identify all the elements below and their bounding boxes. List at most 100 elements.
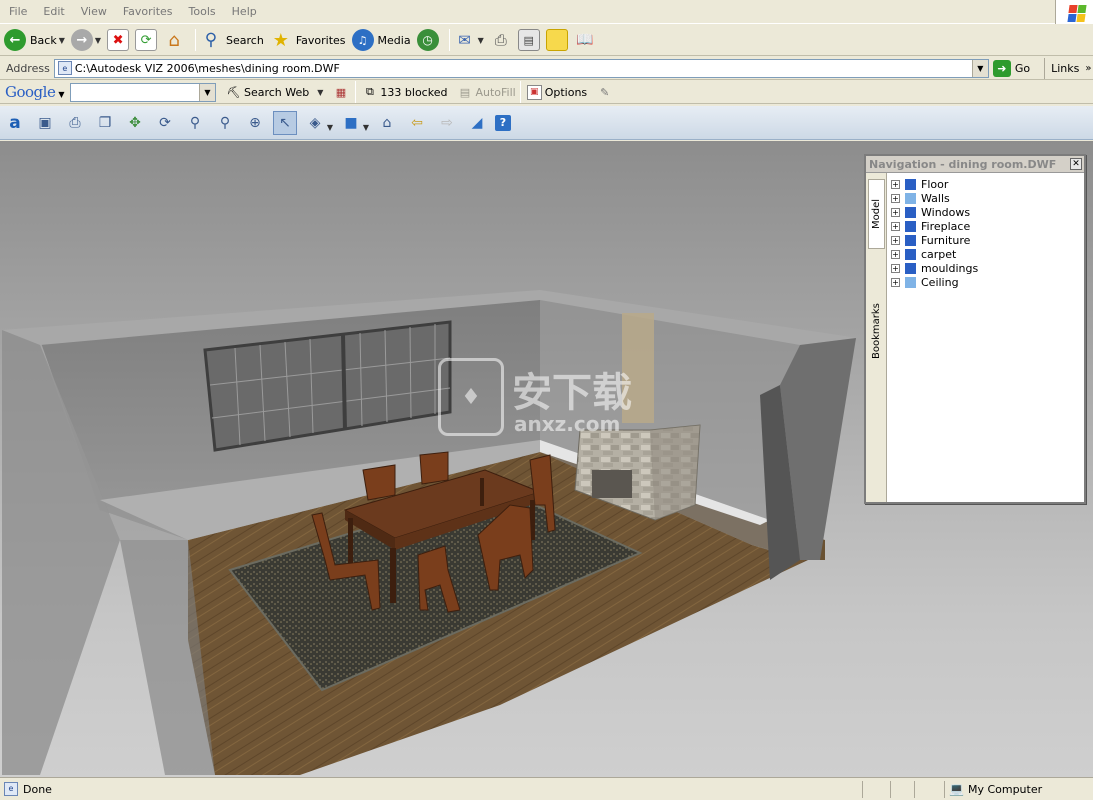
popup-blocker-button[interactable]: ⧉ 133 blocked	[362, 85, 447, 100]
expand-plus-icon[interactable]: +	[891, 263, 900, 273]
navigation-tabs: Model Bookmarks	[866, 173, 887, 502]
security-zone: 💻 My Computer	[944, 780, 1042, 798]
tree-item-furniture[interactable]: + Furniture	[891, 233, 978, 247]
status-bar: e Done 💻 My Computer	[0, 777, 1093, 800]
zoom-rectangle-icon[interactable]: ⚲	[213, 111, 237, 135]
close-icon[interactable]: ✕	[1070, 158, 1082, 170]
back-dropdown-icon[interactable]: ▼	[59, 36, 65, 45]
save-icon[interactable]: ▣	[33, 111, 57, 135]
zoom-icon[interactable]: ⚲	[183, 111, 207, 135]
mail-icon: ✉	[458, 31, 471, 49]
watermark-shield-icon: ♦	[438, 358, 504, 436]
back-arrow-icon: ←	[4, 29, 26, 51]
google-logo[interactable]: Google ▼	[0, 83, 64, 101]
select-pointer-icon[interactable]: ↖	[273, 110, 297, 135]
discuss-button[interactable]	[545, 29, 568, 51]
forward-button[interactable]: → ▼	[70, 29, 101, 51]
print-button[interactable]: ⎙	[490, 29, 512, 51]
home-view-icon[interactable]: ⌂	[375, 111, 399, 135]
stop-button[interactable]: ✖	[107, 29, 130, 51]
links-button[interactable]: Links »	[1044, 57, 1092, 79]
google-search-dropdown[interactable]: ▼	[198, 83, 215, 101]
search-web-button[interactable]: ⛏ Search Web ▼	[226, 85, 324, 100]
options-button[interactable]: ▣ Options	[526, 84, 587, 100]
popup-blocked-icon: ⧉	[365, 85, 374, 98]
tab-bookmarks[interactable]: Bookmarks	[868, 291, 885, 371]
expand-plus-icon[interactable]: +	[891, 249, 900, 259]
tree-item-windows[interactable]: + Windows	[891, 205, 978, 219]
binoculars-icon: ⛏	[226, 85, 241, 99]
tree-item-fireplace[interactable]: + Fireplace	[891, 219, 978, 233]
expand-plus-icon[interactable]: +	[891, 207, 900, 217]
tab-model[interactable]: Model	[868, 179, 885, 249]
back-button[interactable]: ← Back ▼	[4, 29, 65, 51]
menu-view[interactable]: View	[73, 5, 115, 18]
google-search-input[interactable]: ▼	[69, 82, 216, 102]
menu-help[interactable]: Help	[224, 5, 265, 18]
expand-plus-icon[interactable]: +	[891, 193, 900, 203]
next-view-icon[interactable]: ⇨	[435, 111, 459, 135]
media-button[interactable]: ♫ Media	[351, 29, 411, 51]
forward-dropdown-icon[interactable]: ▼	[95, 36, 101, 45]
go-button[interactable]: ➜ Go	[992, 59, 1030, 77]
go-arrow-icon: ➜	[992, 59, 1011, 77]
fit-to-window-icon[interactable]: ⊕	[243, 111, 267, 135]
pagerank-icon: ▦	[335, 85, 347, 99]
orbit-icon[interactable]: ⟳	[153, 111, 177, 135]
layer-icon	[905, 220, 916, 232]
expand-plus-icon[interactable]: +	[891, 179, 900, 189]
watermark: ♦ 安下载 anxz.com	[438, 358, 658, 438]
pagerank-button[interactable]: ▦	[333, 85, 351, 100]
tree-item-ceiling[interactable]: + Ceiling	[891, 275, 978, 289]
address-dropdown-button[interactable]: ▼	[971, 59, 988, 77]
previous-view-icon[interactable]: ⇦	[405, 111, 429, 135]
autodesk-logo-icon[interactable]: a	[3, 111, 27, 135]
research-button[interactable]: 📖	[574, 29, 596, 51]
edit-button[interactable]: ▤	[517, 29, 540, 51]
mail-dropdown-icon[interactable]: ▼	[478, 36, 484, 45]
menu-favorites[interactable]: Favorites	[115, 5, 181, 18]
home-button[interactable]: ⌂	[163, 29, 185, 51]
layer-icon	[905, 262, 916, 274]
status-pane	[914, 780, 938, 798]
print-icon[interactable]: ⎙	[63, 111, 87, 135]
menu-tools[interactable]: Tools	[181, 5, 224, 18]
favorites-button[interactable]: ★ Favorites	[270, 29, 346, 51]
autofill-icon: ▤	[459, 85, 471, 99]
refresh-button[interactable]: ⟳	[135, 29, 158, 51]
render-mode-icon[interactable]: ■ ▼	[339, 111, 369, 135]
address-bar: Address e C:\Autodesk VIZ 2006\meshes\di…	[0, 57, 1093, 80]
mail-button[interactable]: ✉ ▼	[454, 29, 484, 51]
tree-item-mouldings[interactable]: + mouldings	[891, 261, 978, 275]
navigation-panel-icon[interactable]: ◢	[465, 111, 489, 135]
copy-icon[interactable]: ❐	[93, 111, 117, 135]
expand-plus-icon[interactable]: +	[891, 221, 900, 231]
help-icon[interactable]: ?	[495, 114, 511, 131]
chevron-right-icon: »	[1085, 62, 1092, 74]
tree-item-floor[interactable]: + Floor	[891, 177, 978, 191]
page-done-icon: e	[4, 782, 18, 796]
stop-icon: ✖	[107, 29, 130, 51]
pan-icon[interactable]: ✥	[123, 111, 147, 135]
address-label: Address	[6, 61, 50, 75]
menu-edit[interactable]: Edit	[35, 5, 72, 18]
menu-bar: File Edit View Favorites Tools Help	[0, 0, 1093, 24]
layer-icon	[905, 178, 916, 190]
search-button[interactable]: ⚲ Search	[200, 29, 264, 51]
navigation-title-bar[interactable]: Navigation - dining room.DWF ✕	[866, 156, 1084, 173]
tree-item-walls[interactable]: + Walls	[891, 191, 978, 205]
favorites-star-icon: ★	[272, 29, 289, 51]
search-web-dropdown-icon[interactable]: ▼	[317, 88, 323, 97]
address-input[interactable]: e C:\Autodesk VIZ 2006\meshes\dining roo…	[53, 58, 989, 78]
tree-item-carpet[interactable]: + carpet	[891, 247, 978, 261]
autofill-button[interactable]: ▤ AutoFill	[457, 85, 516, 100]
expand-plus-icon[interactable]: +	[891, 277, 900, 287]
menu-file[interactable]: File	[0, 5, 35, 18]
home-icon: ⌂	[168, 29, 180, 51]
history-icon: ◷	[416, 29, 439, 51]
status-text: e Done	[0, 782, 862, 796]
section-view-icon[interactable]: ◈ ▼	[303, 111, 333, 135]
highlight-button[interactable]: ✎	[597, 85, 615, 100]
expand-plus-icon[interactable]: +	[891, 235, 900, 245]
history-button[interactable]: ◷	[416, 29, 439, 51]
